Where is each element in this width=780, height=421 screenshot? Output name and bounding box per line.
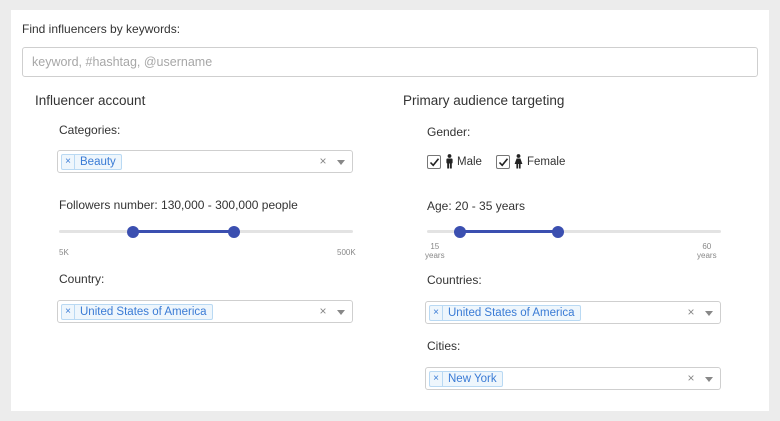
cities-tag: × New York [429, 371, 503, 387]
age-max-value: 60 [702, 242, 712, 251]
categories-clear-icon[interactable]: × [317, 154, 329, 169]
cities-tag-remove-icon[interactable]: × [430, 372, 443, 386]
female-label: Female [527, 156, 566, 168]
country-clear-icon[interactable]: × [317, 304, 329, 319]
country-tag-remove-icon[interactable]: × [62, 305, 75, 319]
keyword-search-input[interactable] [22, 47, 758, 77]
country-tag: × United States of America [61, 304, 213, 320]
category-tag: × Beauty [61, 154, 122, 170]
age-min-tick: 15 years [425, 242, 445, 260]
age-max-unit: years [697, 251, 717, 260]
chevron-down-icon[interactable] [337, 160, 345, 165]
followers-label: Followers number: 130,000 - 300,000 peop… [59, 198, 298, 212]
age-min-value: 15 [430, 242, 440, 251]
age-min-handle[interactable] [453, 226, 466, 238]
countries-tag: × United States of America [429, 305, 581, 321]
male-checkbox[interactable] [427, 155, 441, 169]
audience-targeting-title: Primary audience targeting [403, 93, 565, 108]
countries-label: Countries: [427, 273, 482, 287]
countries-tag-label: United States of America [448, 307, 575, 319]
chevron-down-icon[interactable] [705, 377, 713, 382]
check-icon [429, 158, 440, 167]
country-select[interactable]: × United States of America × [57, 300, 353, 323]
categories-select[interactable]: × Beauty × [57, 150, 353, 173]
chevron-down-icon[interactable] [337, 310, 345, 315]
age-min-unit: years [425, 251, 445, 260]
age-label: Age: 20 - 35 years [427, 199, 526, 213]
countries-tag-remove-icon[interactable]: × [430, 306, 443, 320]
female-checkbox[interactable] [496, 155, 510, 169]
cities-clear-icon[interactable]: × [685, 371, 697, 386]
influencer-account-title: Influencer account [35, 93, 146, 108]
check-icon [498, 158, 509, 167]
male-icon [446, 154, 453, 169]
cities-select[interactable]: × New York × [425, 367, 721, 390]
followers-slider-range [133, 230, 235, 233]
female-icon [514, 154, 523, 169]
age-slider-range [459, 230, 558, 233]
countries-clear-icon[interactable]: × [685, 305, 697, 320]
followers-min-handle[interactable] [127, 226, 140, 238]
age-max-handle[interactable] [551, 226, 564, 238]
followers-min-tick: 5K [59, 248, 69, 257]
followers-max-tick: 500K [337, 248, 356, 257]
country-label: Country: [59, 272, 105, 286]
cities-label: Cities: [427, 339, 461, 353]
gender-label: Gender: [427, 125, 471, 139]
search-label: Find influencers by keywords: [22, 22, 181, 36]
country-tag-label: United States of America [80, 306, 207, 318]
chevron-down-icon[interactable] [705, 311, 713, 316]
age-max-tick: 60 years [697, 242, 717, 260]
followers-max-handle[interactable] [228, 226, 241, 238]
male-label: Male [457, 156, 482, 168]
search-filter-panel: Find influencers by keywords: Influencer… [11, 10, 769, 411]
category-tag-label: Beauty [80, 156, 116, 168]
cities-tag-label: New York [448, 373, 497, 385]
categories-label: Categories: [59, 123, 121, 137]
countries-select[interactable]: × United States of America × [425, 301, 721, 324]
category-tag-remove-icon[interactable]: × [62, 155, 75, 169]
